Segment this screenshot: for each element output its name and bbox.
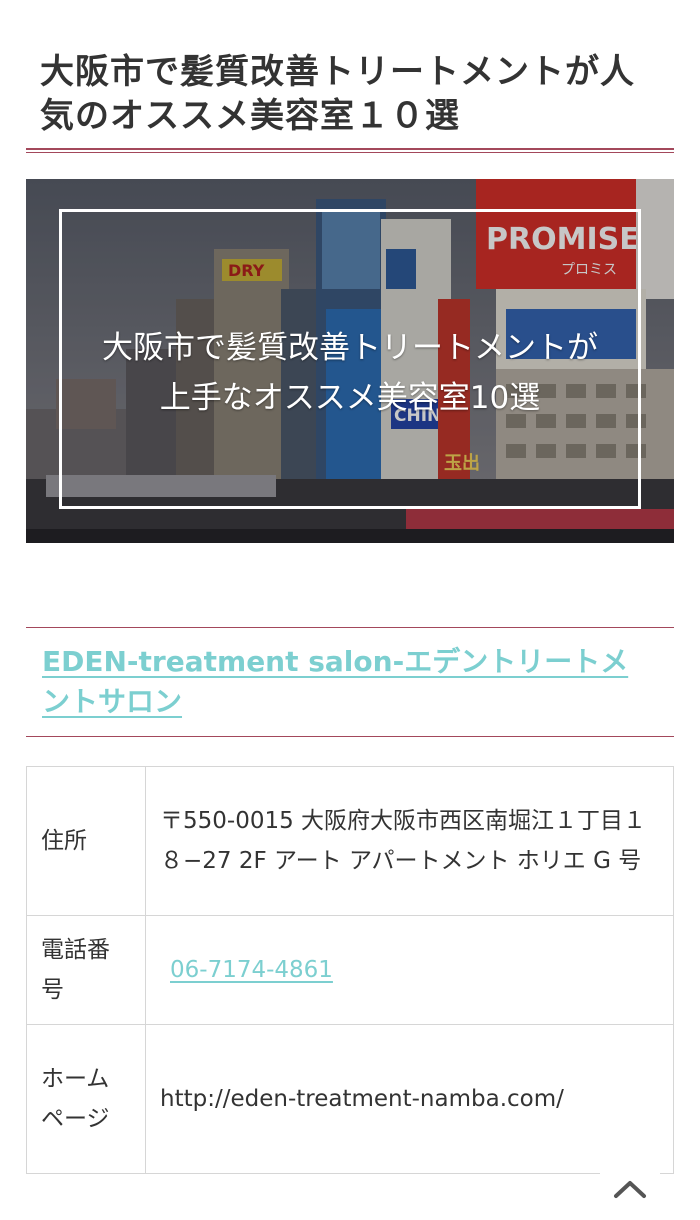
back-to-top-button[interactable] — [600, 1160, 660, 1220]
title-divider — [26, 148, 674, 153]
table-row: 電話番号 06-7174-4861 — [26, 915, 674, 1025]
hero-caption-line2: 上手なオススメ美容室10選 — [159, 380, 541, 416]
hero-caption: 大阪市で髪質改善トリートメントが 上手なオススメ美容室10選 — [66, 323, 634, 423]
table-row: 住所 〒550-0015 大阪府大阪市西区南堀江１丁目１８−27 2F アート … — [26, 766, 674, 916]
chevron-up-icon — [614, 1181, 646, 1198]
hero-caption-line1: 大阪市で髪質改善トリートメントが — [102, 330, 598, 366]
homepage-value: http://eden-treatment-namba.com/ — [145, 1024, 674, 1174]
salon-info-table: 住所 〒550-0015 大阪府大阪市西区南堀江１丁目１８−27 2F アート … — [26, 766, 674, 1174]
salon-name-link[interactable]: EDEN-treatment salon-エデントリートメントサロン — [42, 642, 642, 722]
table-row: ホームページ http://eden-treatment-namba.com/ — [26, 1024, 674, 1174]
page-title: 大阪市で髪質改善トリートメントが人気のオススメ美容室１０選 — [40, 52, 635, 136]
salon-divider-top — [26, 627, 674, 628]
phone-cell: 06-7174-4861 — [145, 915, 674, 1025]
address-label: 住所 — [26, 766, 146, 916]
hero-image: DRY CHINTAI 玉出 PROMISE プロミス 大阪市で髪質改善トリート… — [26, 179, 674, 543]
phone-link[interactable]: 06-7174-4861 — [160, 957, 333, 983]
salon-divider-bottom — [26, 736, 674, 737]
phone-label: 電話番号 — [26, 915, 146, 1025]
address-value: 〒550-0015 大阪府大阪市西区南堀江１丁目１８−27 2F アート アパー… — [145, 766, 674, 916]
homepage-label: ホームページ — [26, 1024, 146, 1174]
